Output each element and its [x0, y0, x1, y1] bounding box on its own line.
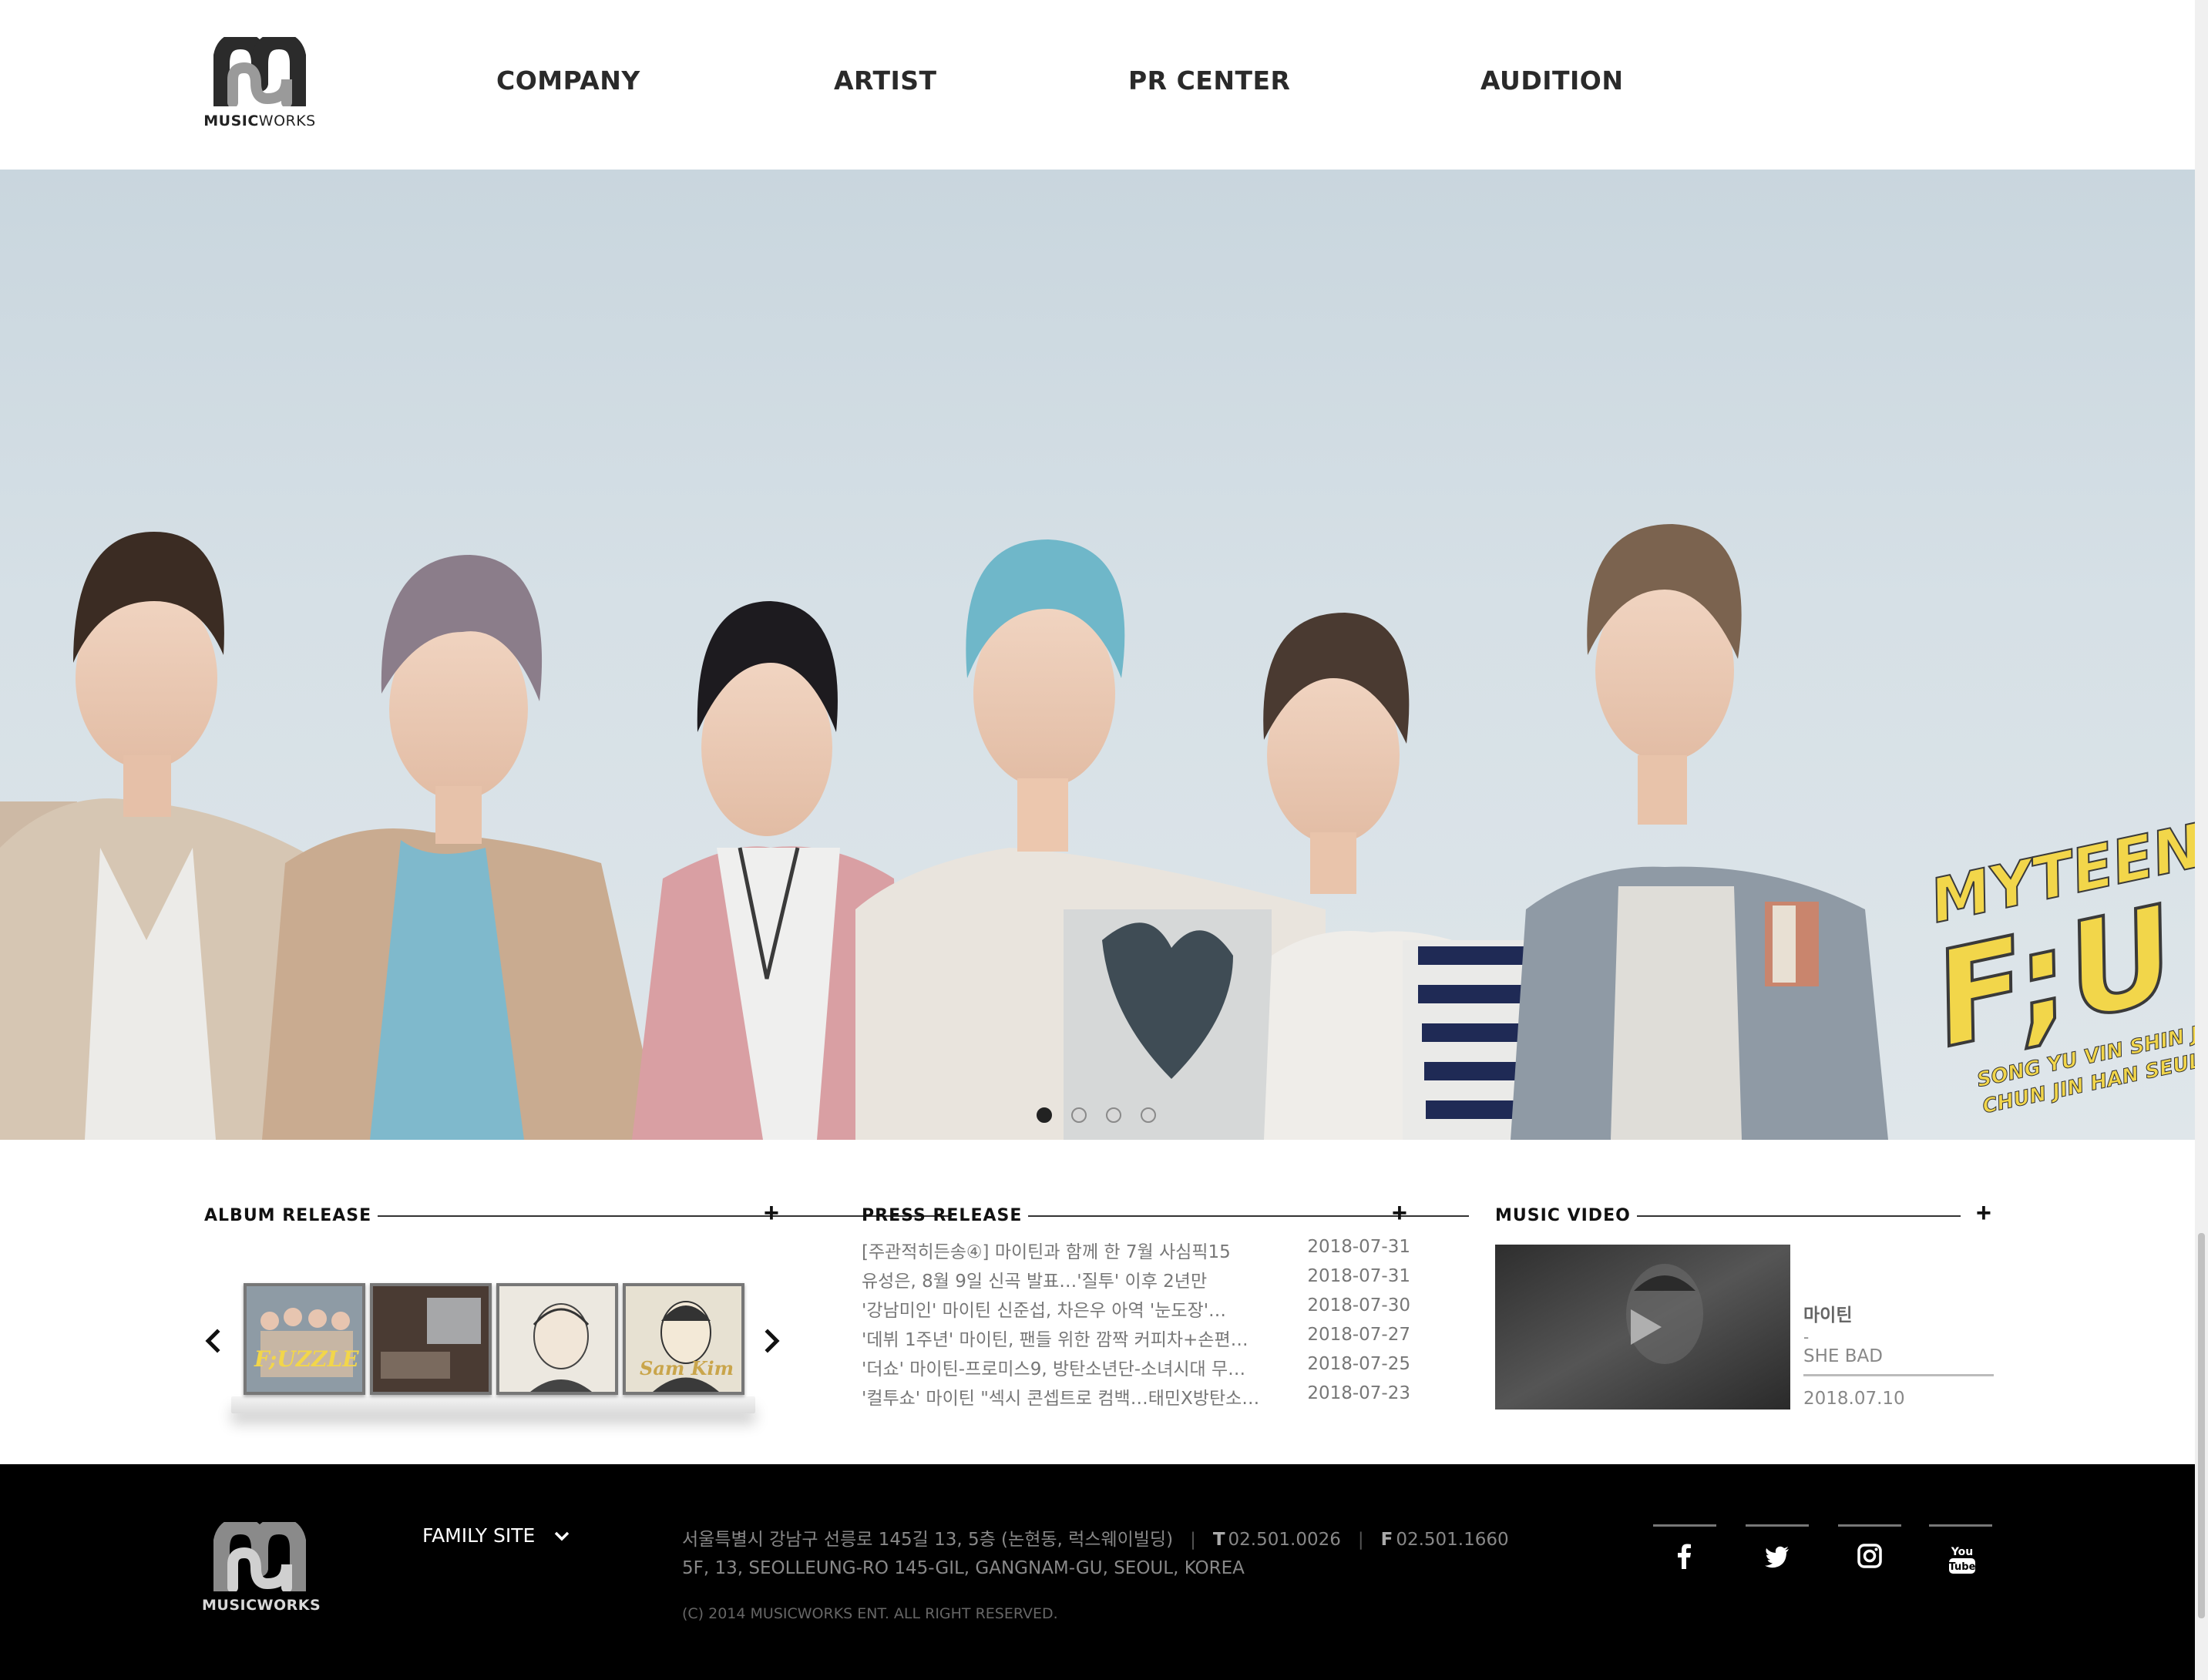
fax-label: F — [1380, 1530, 1393, 1550]
press-release-title: PRESS RELEASE — [862, 1206, 1023, 1225]
video-song-title[interactable]: SHE BAD — [1803, 1346, 1994, 1366]
press-title[interactable]: '강남미인' 마이틴 신준섭, 차은우 아역 '눈도장'… — [862, 1295, 1278, 1322]
list-item[interactable]: '컬투쇼' 마이틴 "섹시 콘셉트로 컴백…태민X방탄소… 2018-07-23 — [862, 1383, 1410, 1413]
list-item[interactable]: '강남미인' 마이틴 신준섭, 차은우 아역 '눈도장'… 2018-07-30 — [862, 1295, 1410, 1325]
slider-dot-2[interactable] — [1071, 1107, 1087, 1123]
press-title[interactable]: '더쇼' 마이틴-프로미스9, 방탄소년단-소녀시대 무… — [862, 1354, 1278, 1380]
footer-copyright: (C) 2014 MUSICWORKS ENT. ALL RIGHT RESER… — [682, 1605, 1058, 1622]
divider — [1653, 1524, 1716, 1527]
slider-dot-3[interactable] — [1106, 1107, 1121, 1123]
video-date: 2018.07.10 — [1803, 1389, 1905, 1409]
nav-pr-center[interactable]: PR CENTER — [1128, 66, 1290, 96]
divider — [1803, 1374, 1994, 1376]
tel-label: T — [1212, 1530, 1225, 1550]
instagram-link[interactable] — [1838, 1524, 1901, 1586]
press-date: 2018-07-31 — [1307, 1237, 1410, 1257]
press-title[interactable]: 유성은, 8월 9일 신곡 발표…'질투' 이후 2년만 — [862, 1266, 1278, 1292]
logo-wordmark: MUSICWORKS — [202, 1597, 321, 1614]
member-figure — [262, 555, 663, 1140]
footer-address-kr: 서울특별시 강남구 선릉로 145길 13, 5층 (논현동, 럭스웨이빌딩) |… — [682, 1530, 1509, 1550]
site-header: MUSICWORKS COMPANY ARTIST PR CENTER AUDI… — [0, 0, 2195, 170]
youtube-text-2: Tube — [1949, 1561, 1976, 1573]
music-video-info: 마이틴 - SHE BAD 2018.07.10 — [1803, 1300, 1994, 1409]
album-cover-fuzzle[interactable]: F;UZZLE — [244, 1283, 365, 1395]
musicworks-logo-icon — [213, 37, 306, 106]
music-video-header: MUSIC VIDEO + — [1495, 1200, 1996, 1237]
album-carousel: F;UZZLE Sam Kim — [240, 1283, 749, 1406]
musicworks-logo-icon — [213, 1522, 306, 1591]
youtube-link[interactable]: You Tube — [1929, 1524, 1992, 1586]
album-release-header: ALBUM RELEASE + — [204, 1200, 952, 1237]
slider-dots — [0, 1107, 2195, 1131]
nav-artist[interactable]: ARTIST — [834, 66, 937, 96]
press-release-header: PRESS RELEASE + — [862, 1200, 1469, 1237]
play-icon[interactable] — [1626, 1306, 1665, 1348]
press-date: 2018-07-30 — [1307, 1295, 1410, 1315]
scrollbar-thumb[interactable] — [2198, 1233, 2205, 1618]
instagram-icon — [1857, 1544, 1882, 1568]
hero-slider[interactable]: MYTEEN F;U SONG YU VIN SHIN JU CHUN JIN … — [0, 170, 2195, 1140]
member-figure — [855, 539, 1326, 1140]
chevron-right-icon[interactable] — [760, 1326, 783, 1356]
footer-logo[interactable]: MUSICWORKS — [202, 1522, 321, 1622]
footer-address-en: 5F, 13, SEOLLEUNG-RO 145-GIL, GANGNAM-GU… — [682, 1558, 1245, 1578]
slider-dot-4[interactable] — [1141, 1107, 1156, 1123]
twitter-icon — [1765, 1546, 1789, 1568]
album-cover-room[interactable] — [370, 1283, 492, 1395]
press-title[interactable]: '데뷔 1주년' 마이틴, 팬들 위한 깜짝 커피차+손편… — [862, 1325, 1278, 1351]
divider — [1746, 1524, 1809, 1527]
site-logo[interactable]: MUSICWORKS — [202, 37, 318, 133]
list-item[interactable]: '더쇼' 마이틴-프로미스9, 방탄소년단-소녀시대 무… 2018-07-25 — [862, 1354, 1410, 1383]
slider-dot-1[interactable] — [1037, 1107, 1052, 1123]
section-divider — [1637, 1215, 1961, 1217]
video-artist[interactable]: 마이틴 — [1803, 1300, 1994, 1326]
album-art — [373, 1286, 489, 1392]
address-kr-text: 서울특별시 강남구 선릉로 145길 13, 5층 (논현동, 럭스웨이빌딩) — [682, 1530, 1174, 1550]
press-date: 2018-07-25 — [1307, 1354, 1410, 1374]
tel-number: 02.501.0026 — [1228, 1530, 1341, 1550]
family-site-dropdown[interactable]: FAMILY SITE — [422, 1524, 535, 1547]
youtube-icon: You Tube — [1949, 1546, 1976, 1574]
list-item[interactable]: 유성은, 8월 9일 신곡 발표…'질투' 이후 2년만 2018-07-31 — [862, 1266, 1410, 1295]
divider — [1838, 1524, 1901, 1527]
video-separator: - — [1803, 1328, 1810, 1346]
album-banner: MYTEEN F;U SONG YU VIN SHIN JU CHUN JIN … — [1920, 811, 2195, 1119]
divider — [1929, 1524, 1992, 1527]
member-figure — [1511, 524, 1888, 1140]
list-item[interactable]: '데뷔 1주년' 마이틴, 팬들 위한 깜짝 커피차+손편… 2018-07-2… — [862, 1325, 1410, 1354]
nav-audition[interactable]: AUDITION — [1480, 66, 1623, 96]
album-art — [247, 1286, 362, 1392]
nav-company[interactable]: COMPANY — [496, 66, 640, 96]
album-cover-text: Sam Kim — [640, 1357, 734, 1379]
press-title[interactable]: [주관적히든송④] 마이틴과 함께 한 7월 사심픽15 — [862, 1237, 1278, 1263]
music-video-more-button[interactable]: + — [1976, 1200, 1991, 1226]
youtube-text-1: You — [1951, 1546, 1973, 1558]
album-release-title: ALBUM RELEASE — [204, 1206, 372, 1225]
chevron-down-icon[interactable] — [551, 1526, 573, 1547]
album-release-more-button[interactable]: + — [764, 1200, 779, 1226]
fax-number: 02.501.1660 — [1396, 1530, 1509, 1550]
press-date: 2018-07-23 — [1307, 1383, 1410, 1403]
facebook-link[interactable] — [1653, 1524, 1716, 1586]
album-cover-portrait-1[interactable] — [496, 1283, 618, 1395]
page-scrollbar[interactable] — [2195, 0, 2208, 1680]
site-footer: MUSICWORKS FAMILY SITE 서울특별시 강남구 선릉로 145… — [0, 1464, 2195, 1680]
press-date: 2018-07-27 — [1307, 1325, 1410, 1345]
album-cover-text: F;UZZLE — [254, 1346, 359, 1372]
press-title[interactable]: '컬투쇼' 마이틴 "섹시 콘셉트로 컴백…태민X방탄소… — [862, 1383, 1278, 1410]
album-cover-portrait-2[interactable]: Sam Kim — [623, 1283, 744, 1395]
music-video-title: MUSIC VIDEO — [1495, 1206, 1631, 1225]
chevron-left-icon[interactable] — [202, 1326, 225, 1356]
press-release-list: [주관적히든송④] 마이틴과 함께 한 7월 사심픽15 2018-07-31 … — [862, 1237, 1410, 1413]
hero-group-photo: MYTEEN F;U SONG YU VIN SHIN JU CHUN JIN … — [0, 524, 2195, 1140]
music-video-thumbnail[interactable] — [1495, 1245, 1790, 1410]
press-date: 2018-07-31 — [1307, 1266, 1410, 1286]
twitter-link[interactable] — [1746, 1524, 1809, 1586]
album-art — [499, 1286, 615, 1392]
press-release-more-button[interactable]: + — [1392, 1200, 1407, 1226]
logo-wordmark: MUSICWORKS — [203, 113, 316, 129]
facebook-icon — [1678, 1544, 1691, 1569]
list-item[interactable]: [주관적히든송④] 마이틴과 함께 한 7월 사심픽15 2018-07-31 — [862, 1237, 1410, 1266]
